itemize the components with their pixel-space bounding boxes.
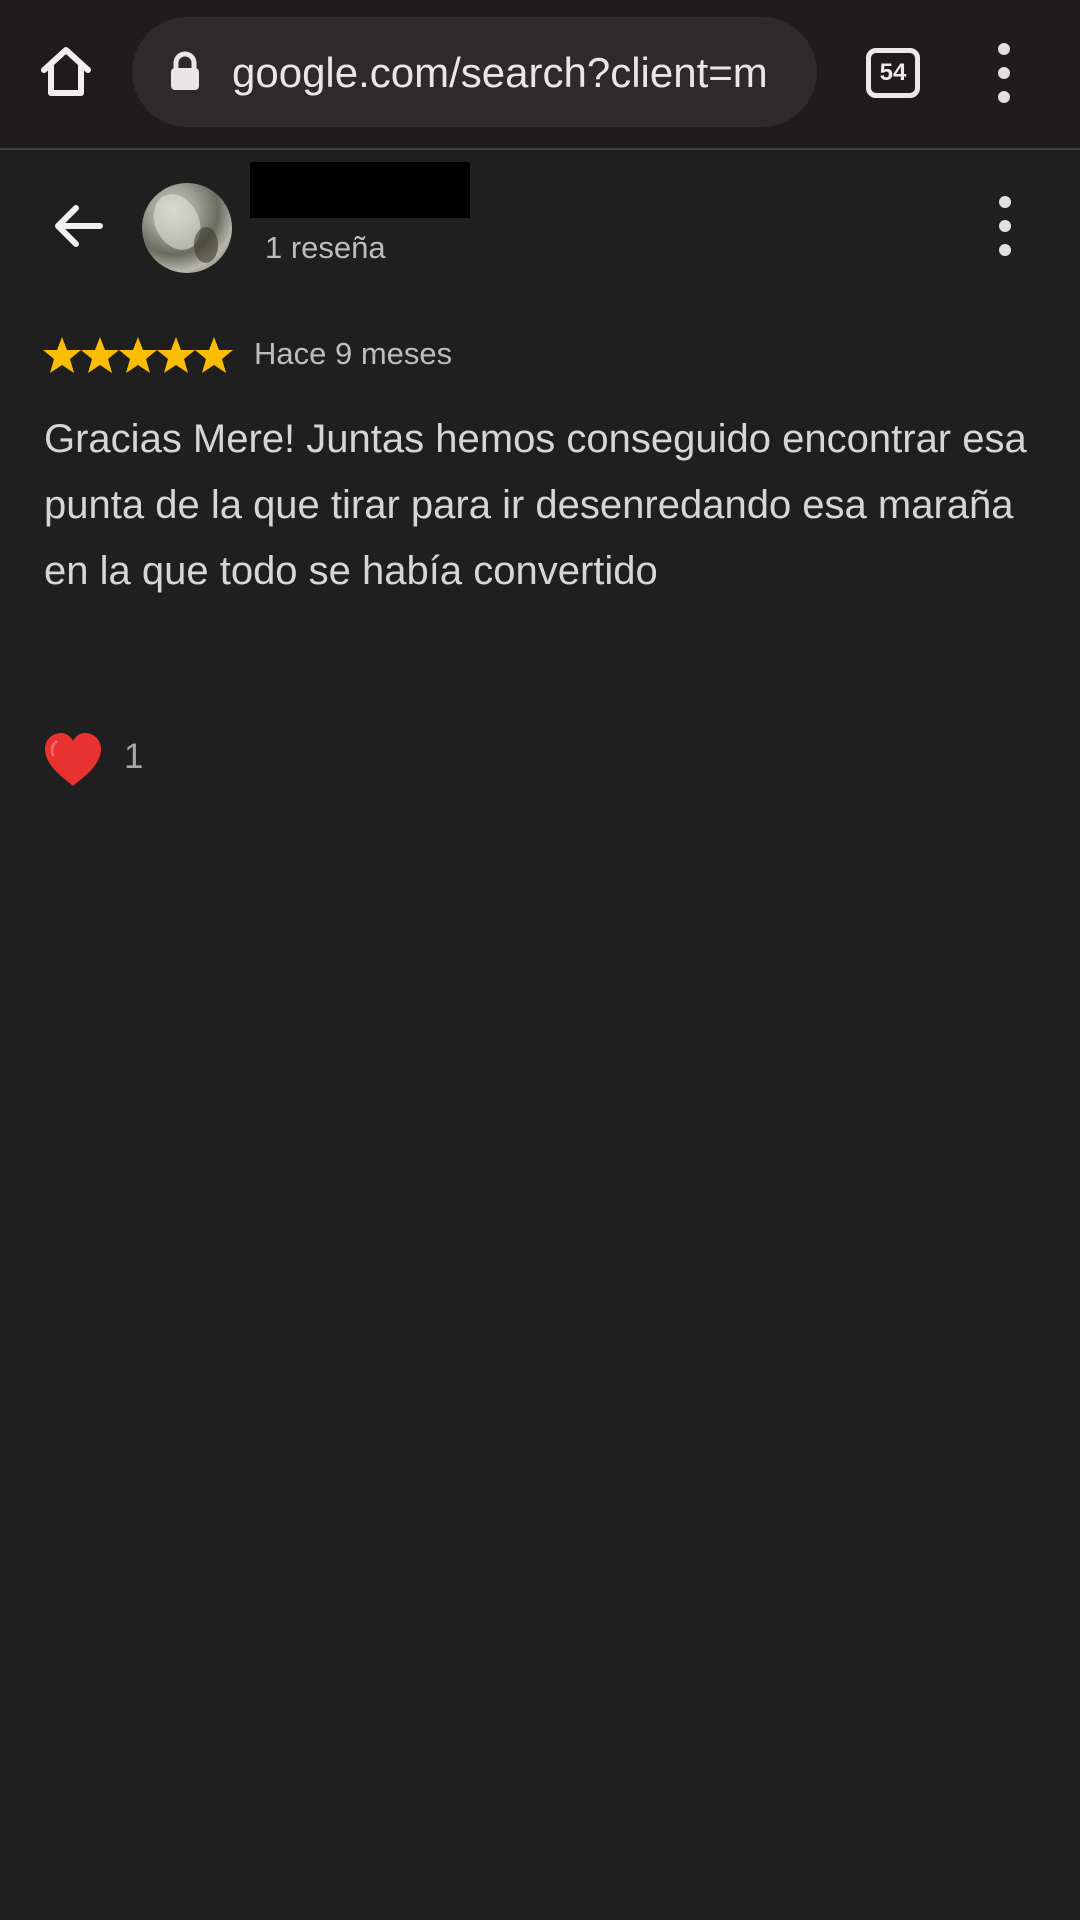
browser-toolbar: google.com/search?client=m 54 bbox=[0, 0, 1080, 150]
review-rating-row: Hace 9 meses bbox=[42, 330, 692, 380]
more-vert-icon-dot bbox=[999, 196, 1011, 208]
arrow-back-icon bbox=[55, 205, 103, 247]
more-vert-icon-dot bbox=[998, 67, 1010, 79]
tabs-counter-button[interactable]: 54 bbox=[866, 48, 920, 98]
reaction-count: 1 bbox=[124, 737, 144, 776]
redacted-reviewer-name bbox=[250, 162, 470, 218]
more-vert-icon-dot bbox=[999, 244, 1011, 256]
star-icon bbox=[157, 337, 195, 373]
more-vert-icon-dot bbox=[998, 43, 1010, 55]
address-bar[interactable]: google.com/search?client=m bbox=[132, 17, 817, 127]
more-vert-icon-dot bbox=[998, 91, 1010, 103]
url-text[interactable]: google.com/search?client=m bbox=[232, 47, 802, 99]
lock-icon bbox=[171, 51, 199, 90]
home-button[interactable] bbox=[34, 40, 98, 104]
star-icon bbox=[81, 337, 119, 373]
heart-icon[interactable] bbox=[40, 730, 106, 790]
star-icon bbox=[119, 337, 157, 373]
star-icon bbox=[43, 337, 81, 373]
review-reactions: 1 bbox=[40, 724, 240, 794]
reviewer-review-count: 1 reseña bbox=[265, 230, 386, 265]
avatar[interactable] bbox=[142, 183, 232, 273]
review-options-button[interactable] bbox=[990, 196, 1020, 256]
back-button[interactable] bbox=[48, 200, 106, 252]
home-icon bbox=[41, 47, 91, 96]
star-icon bbox=[195, 337, 233, 373]
more-vert-icon-dot bbox=[999, 220, 1011, 232]
star-rating bbox=[42, 336, 233, 374]
review-text: Gracias Mere! Juntas hemos conseguido en… bbox=[44, 417, 1027, 593]
review-header: 1 reseña bbox=[0, 152, 1080, 282]
review-date: Hace 9 meses bbox=[254, 336, 453, 371]
browser-menu-button[interactable] bbox=[989, 43, 1019, 103]
